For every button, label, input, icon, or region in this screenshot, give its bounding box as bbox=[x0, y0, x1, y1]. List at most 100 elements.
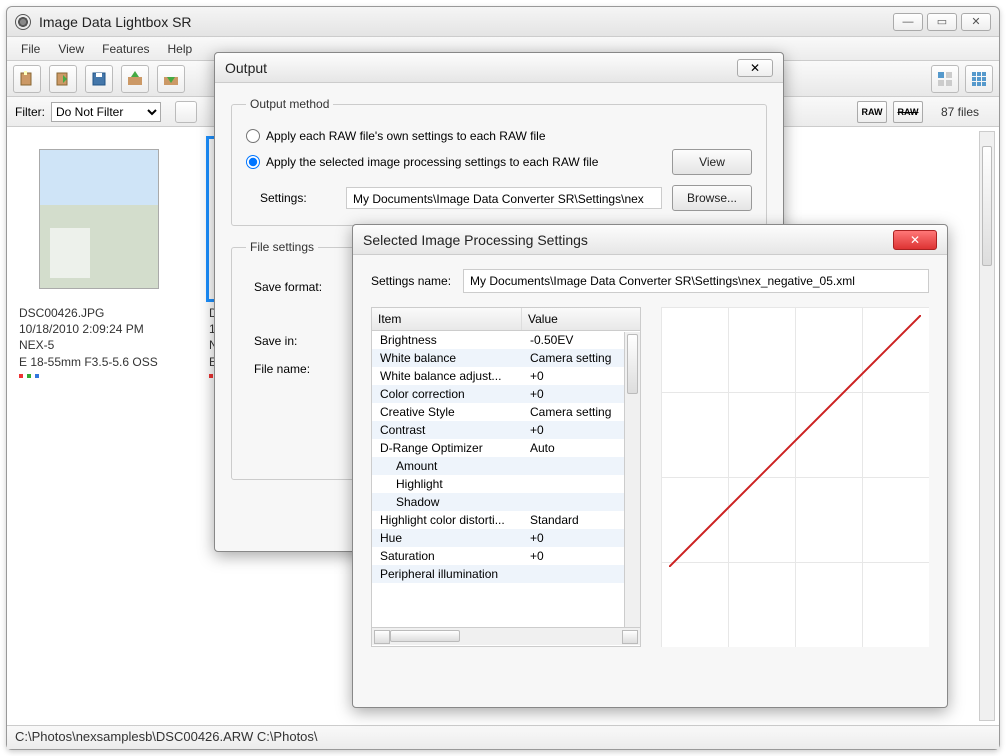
toolbar-btn-1[interactable] bbox=[13, 65, 41, 93]
minimize-button[interactable]: — bbox=[893, 13, 923, 31]
main-scrollbar[interactable] bbox=[979, 131, 995, 721]
table-row[interactable]: Creative StyleCamera setting bbox=[372, 403, 640, 421]
thumbnail[interactable]: DSC00426.JPG 10/18/2010 2:09:24 PM NEX-5… bbox=[19, 139, 189, 378]
row-value bbox=[522, 565, 640, 583]
row-value: +0 bbox=[522, 421, 640, 439]
toolbar-btn-4[interactable] bbox=[121, 65, 149, 93]
row-item: Hue bbox=[372, 529, 522, 547]
table-row[interactable]: White balance adjust...+0 bbox=[372, 367, 640, 385]
row-value: +0 bbox=[522, 385, 640, 403]
app-title: Image Data Lightbox SR bbox=[39, 14, 893, 30]
app-icon bbox=[15, 14, 31, 30]
table-row[interactable]: Hue+0 bbox=[372, 529, 640, 547]
filter-extra-button[interactable] bbox=[175, 101, 197, 123]
row-value: +0 bbox=[522, 367, 640, 385]
output-method-group: Output method Apply each RAW file's own … bbox=[231, 97, 767, 226]
row-value: Standard bbox=[522, 511, 640, 529]
col-item: Item bbox=[372, 308, 522, 330]
table-row[interactable]: Brightness-0.50EV bbox=[372, 331, 640, 349]
thumb-date: 10/18/2010 2:09:24 PM bbox=[19, 321, 189, 337]
raw-button-2[interactable]: RAW bbox=[893, 101, 923, 123]
table-row[interactable]: Shadow bbox=[372, 493, 640, 511]
file-count: 87 files bbox=[941, 105, 979, 119]
output-dialog-title: Output bbox=[225, 60, 737, 76]
radio-selected-settings[interactable] bbox=[246, 155, 260, 169]
row-item: Creative Style bbox=[372, 403, 522, 421]
col-value: Value bbox=[522, 308, 640, 330]
thumb-filename: DSC00426.JPG bbox=[19, 305, 189, 321]
row-item: Highlight color distorti... bbox=[372, 511, 522, 529]
menu-help[interactable]: Help bbox=[160, 39, 201, 59]
table-row[interactable]: D-Range OptimizerAuto bbox=[372, 439, 640, 457]
tone-curve bbox=[661, 307, 929, 647]
table-row[interactable]: Color correction+0 bbox=[372, 385, 640, 403]
row-item: White balance adjust... bbox=[372, 367, 522, 385]
view-mode-2[interactable] bbox=[965, 65, 993, 93]
thumbnail-image[interactable] bbox=[19, 139, 179, 299]
save-button[interactable] bbox=[85, 65, 113, 93]
menu-file[interactable]: File bbox=[13, 39, 48, 59]
radio-own-settings[interactable] bbox=[246, 129, 260, 143]
output-method-legend: Output method bbox=[246, 97, 333, 111]
save-in-label: Save in: bbox=[246, 334, 346, 348]
table-row[interactable]: Highlight color distorti...Standard bbox=[372, 511, 640, 529]
sips-title: Selected Image Processing Settings bbox=[363, 232, 893, 248]
row-item: Amount bbox=[372, 457, 522, 475]
settings-name-label: Settings name: bbox=[371, 274, 451, 288]
maximize-button[interactable]: ▭ bbox=[927, 13, 957, 31]
table-vscroll[interactable] bbox=[624, 332, 640, 628]
row-item: Brightness bbox=[372, 331, 522, 349]
row-value: +0 bbox=[522, 547, 640, 565]
row-item: Color correction bbox=[372, 385, 522, 403]
table-row[interactable]: Amount bbox=[372, 457, 640, 475]
radio-selected-settings-label: Apply the selected image processing sett… bbox=[266, 155, 598, 169]
view-mode-1[interactable] bbox=[931, 65, 959, 93]
table-hscroll[interactable] bbox=[372, 627, 640, 645]
table-row[interactable]: Saturation+0 bbox=[372, 547, 640, 565]
settings-table: Item Value Brightness-0.50EVWhite balanc… bbox=[371, 307, 641, 647]
row-item: Highlight bbox=[372, 475, 522, 493]
row-item: Contrast bbox=[372, 421, 522, 439]
row-item: Shadow bbox=[372, 493, 522, 511]
row-item: White balance bbox=[372, 349, 522, 367]
color-dots bbox=[19, 374, 189, 378]
save-format-label: Save format: bbox=[246, 280, 346, 294]
radio-own-settings-label: Apply each RAW file's own settings to ea… bbox=[266, 129, 546, 143]
row-value: -0.50EV bbox=[522, 331, 640, 349]
row-item: Peripheral illumination bbox=[372, 565, 522, 583]
row-value: Camera setting bbox=[522, 403, 640, 421]
titlebar: Image Data Lightbox SR — ▭ ✕ bbox=[7, 7, 999, 37]
menu-features[interactable]: Features bbox=[94, 39, 157, 59]
row-value: +0 bbox=[522, 529, 640, 547]
filter-select[interactable]: Do Not Filter bbox=[51, 102, 161, 122]
settings-path: My Documents\Image Data Converter SR\Set… bbox=[346, 187, 662, 209]
toolbar-btn-5[interactable] bbox=[157, 65, 185, 93]
filter-label: Filter: bbox=[15, 105, 45, 119]
table-row[interactable]: Peripheral illumination bbox=[372, 565, 640, 583]
toolbar-btn-2[interactable] bbox=[49, 65, 77, 93]
row-value bbox=[522, 493, 640, 511]
row-item: Saturation bbox=[372, 547, 522, 565]
settings-label: Settings: bbox=[246, 191, 336, 205]
row-value: Camera setting bbox=[522, 349, 640, 367]
sips-dialog: Selected Image Processing Settings ✕ Set… bbox=[352, 224, 948, 708]
close-button[interactable]: ✕ bbox=[961, 13, 991, 31]
browse-button[interactable]: Browse... bbox=[672, 185, 752, 211]
table-row[interactable]: Contrast+0 bbox=[372, 421, 640, 439]
file-settings-legend: File settings bbox=[246, 240, 318, 254]
output-dialog-close[interactable]: ✕ bbox=[737, 59, 773, 77]
statusbar: C:\Photos\nexsamplesb\DSC00426.ARW C:\Ph… bbox=[7, 725, 999, 749]
sips-close-button[interactable]: ✕ bbox=[893, 230, 937, 250]
table-row[interactable]: Highlight bbox=[372, 475, 640, 493]
row-value bbox=[522, 457, 640, 475]
table-row[interactable]: White balanceCamera setting bbox=[372, 349, 640, 367]
thumb-camera: NEX-5 bbox=[19, 337, 189, 353]
settings-table-body[interactable]: Brightness-0.50EVWhite balanceCamera set… bbox=[372, 331, 640, 627]
settings-name-value: My Documents\Image Data Converter SR\Set… bbox=[463, 269, 929, 293]
row-value: Auto bbox=[522, 439, 640, 457]
raw-button-1[interactable]: RAW bbox=[857, 101, 887, 123]
view-button[interactable]: View bbox=[672, 149, 752, 175]
menu-view[interactable]: View bbox=[50, 39, 92, 59]
file-name-label: File name: bbox=[246, 362, 346, 376]
sips-titlebar: Selected Image Processing Settings ✕ bbox=[353, 225, 947, 255]
